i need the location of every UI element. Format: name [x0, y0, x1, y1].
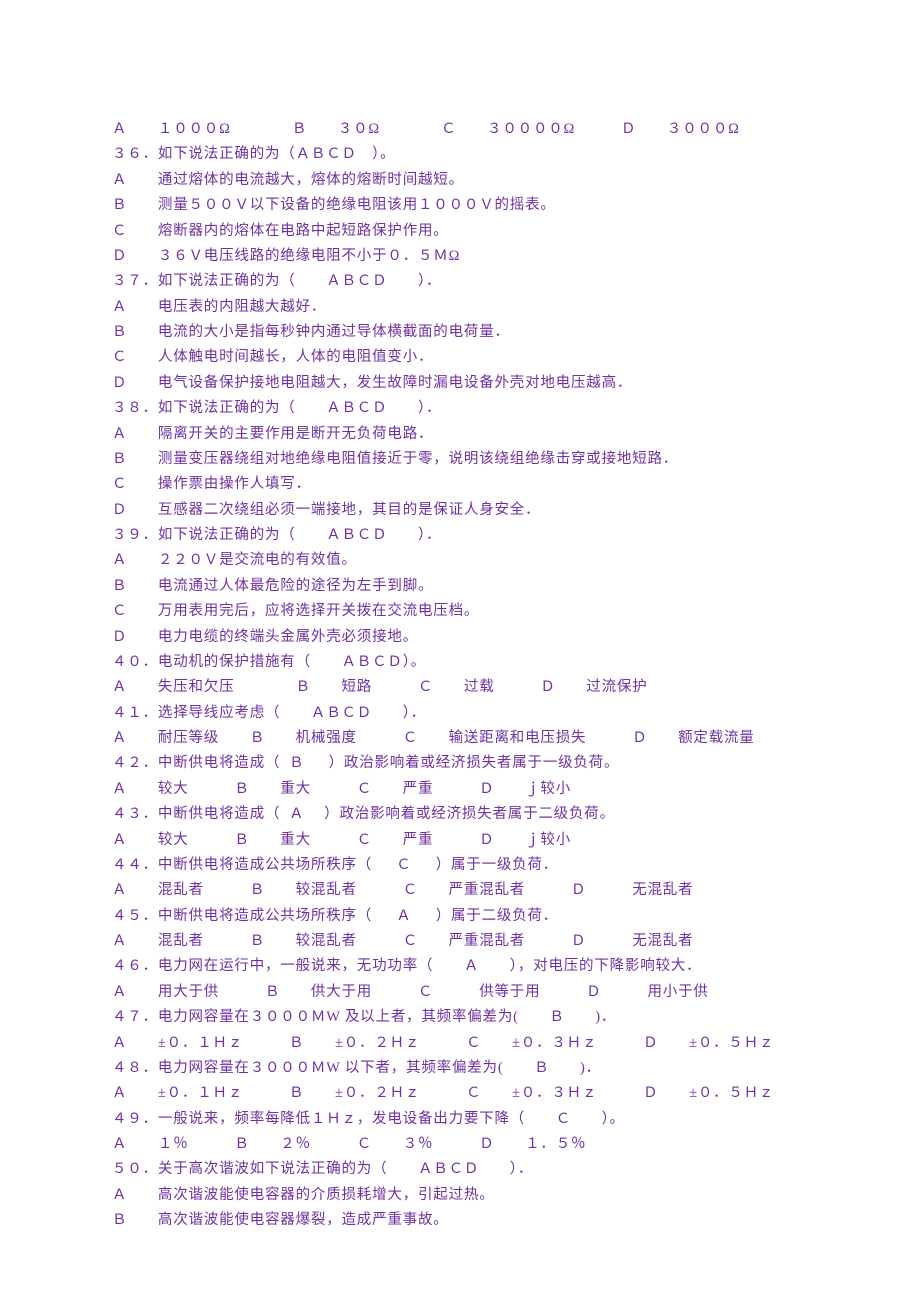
text-line: Ｄ 电力电缆的终端头金属外壳必须接地。: [112, 625, 808, 650]
text-line: ３９．如下说法正确的为（ ＡＢＣＤ ）．: [112, 523, 808, 548]
text-line: Ａ ±０．１Ｈｚ Ｂ ±０．２Ｈｚ Ｃ ±０．３Ｈｚ Ｄ ±０．５Ｈｚ: [112, 1081, 808, 1106]
text-line: Ｂ 电流的大小是指每秒钟内通过导体横截面的电荷量．: [112, 320, 808, 345]
text-line: Ａ 较大 Ｂ 重大 Ｃ 严重 Ｄ ｊ较小: [112, 828, 808, 853]
text-line: Ｂ 高次谐波能使电容器爆裂，造成严重事故。: [112, 1208, 808, 1233]
text-line: Ｃ 万用表用完后，应将选择开关拨在交流电压档。: [112, 599, 808, 624]
document-page: Ａ １０００Ω Ｂ ３０Ω Ｃ ３００００Ω Ｄ ３０００Ω ３６．如下说法正确…: [112, 117, 808, 1234]
text-line: ４５．中断供电将造成公共场所秩序（ Ａ ）属于二级负荷．: [112, 904, 808, 929]
text-line: ４４．中断供电将造成公共场所秩序（ Ｃ ）属于一级负荷．: [112, 853, 808, 878]
text-line: ４２．中断供电将造成（ Ｂ ）政治影响着或经济损失者属于一级负荷。: [112, 751, 808, 776]
text-line: Ａ 电压表的内阻越大越好．: [112, 295, 808, 320]
text-line: Ａ ２２０Ｖ是交流电的有效值。: [112, 548, 808, 573]
text-line: Ｄ ３６Ｖ电压线路的绝缘电阻不小于０．５ＭΩ: [112, 244, 808, 269]
text-line: ４７．电力网容量在３０００ＭW 及以上者，其频率偏差为( Ｂ )．: [112, 1005, 808, 1030]
text-line: ４１．选择导线应考虑（ ＡＢＣＤ ）．: [112, 701, 808, 726]
text-line: Ａ 隔离开关的主要作用是断开无负荷电路．: [112, 422, 808, 447]
text-line: Ｂ 电流通过人体最危险的途径为左手到脚。: [112, 574, 808, 599]
text-line: Ａ １０００Ω Ｂ ３０Ω Ｃ ３００００Ω Ｄ ３０００Ω: [112, 117, 808, 142]
text-line: Ｃ 熔断器内的熔体在电路中起短路保护作用。: [112, 219, 808, 244]
text-line: Ｃ 操作票由操作人填写．: [112, 472, 808, 497]
text-line: Ｄ 电气设备保护接地电阻越大，发生故障时漏电设备外壳对地电压越高．: [112, 371, 808, 396]
text-line: ４８．电力网容量在３０００ＭW 以下者，其频率偏差为( Ｂ )．: [112, 1056, 808, 1081]
text-line: ３８．如下说法正确的为（ ＡＢＣＤ ）．: [112, 396, 808, 421]
text-line: Ａ 混乱者 Ｂ 较混乱者 Ｃ 严重混乱者 Ｄ 无混乱者: [112, 878, 808, 903]
text-line: Ａ 高次谐波能使电容器的介质损耗增大，引起过热。: [112, 1183, 808, 1208]
text-line: ４６．电力网在运行中，一般说来，无功功率（ Ａ ），对电压的下降影响较大．: [112, 954, 808, 979]
text-line: ３６．如下说法正确的为（ＡＢＣＤ ）。: [112, 142, 808, 167]
text-line: Ａ 用大于供 Ｂ 供大于用 Ｃ 供等于用 Ｄ 用小于供: [112, 980, 808, 1005]
text-line: Ｂ 测量５００Ｖ以下设备的绝缘电阻该用１０００Ｖ的摇表。: [112, 193, 808, 218]
text-line: Ａ 较大 Ｂ 重大 Ｃ 严重 Ｄ ｊ较小: [112, 777, 808, 802]
text-line: Ｂ 测量变压器绕组对地绝缘电阻值接近于零，说明该绕组绝缘击穿或接地短路．: [112, 447, 808, 472]
text-line: ３７．如下说法正确的为（ ＡＢＣＤ ）．: [112, 269, 808, 294]
text-line: ４０．电动机的保护措施有（ ＡＢＣＤ）。: [112, 650, 808, 675]
text-line: ５０．关于高次谐波如下说法正确的为（ ＡＢＣＤ ）．: [112, 1157, 808, 1182]
text-line: Ａ 通过熔体的电流越大，熔体的熔断时间越短。: [112, 168, 808, 193]
text-line: ４９．一般说来，频率每降低１Ｈｚ，发电设备出力要下降（ Ｃ ）。: [112, 1107, 808, 1132]
text-line: Ｄ 互感器二次绕组必须一端接地，其目的是保证人身安全．: [112, 498, 808, 523]
text-line: Ａ ±０．１Ｈｚ Ｂ ±０．２Ｈｚ Ｃ ±０．３Ｈｚ Ｄ ±０．５Ｈｚ: [112, 1031, 808, 1056]
text-line: Ｃ 人体触电时间越长，人体的电阻值变小．: [112, 345, 808, 370]
text-line: Ａ 混乱者 Ｂ 较混乱者 Ｃ 严重混乱者 Ｄ 无混乱者: [112, 929, 808, 954]
text-line: Ａ 耐压等级 Ｂ 机械强度 Ｃ 输送距离和电压损失 Ｄ 额定载流量: [112, 726, 808, 751]
text-line: Ａ 失压和欠压 Ｂ 短路 Ｃ 过载 Ｄ 过流保护: [112, 675, 808, 700]
text-line: ４３．中断供电将造成（ Ａ ）政治影响着或经济损失者属于二级负荷。: [112, 802, 808, 827]
text-line: Ａ １％ Ｂ ２％ Ｃ ３％ Ｄ １．５％: [112, 1132, 808, 1157]
